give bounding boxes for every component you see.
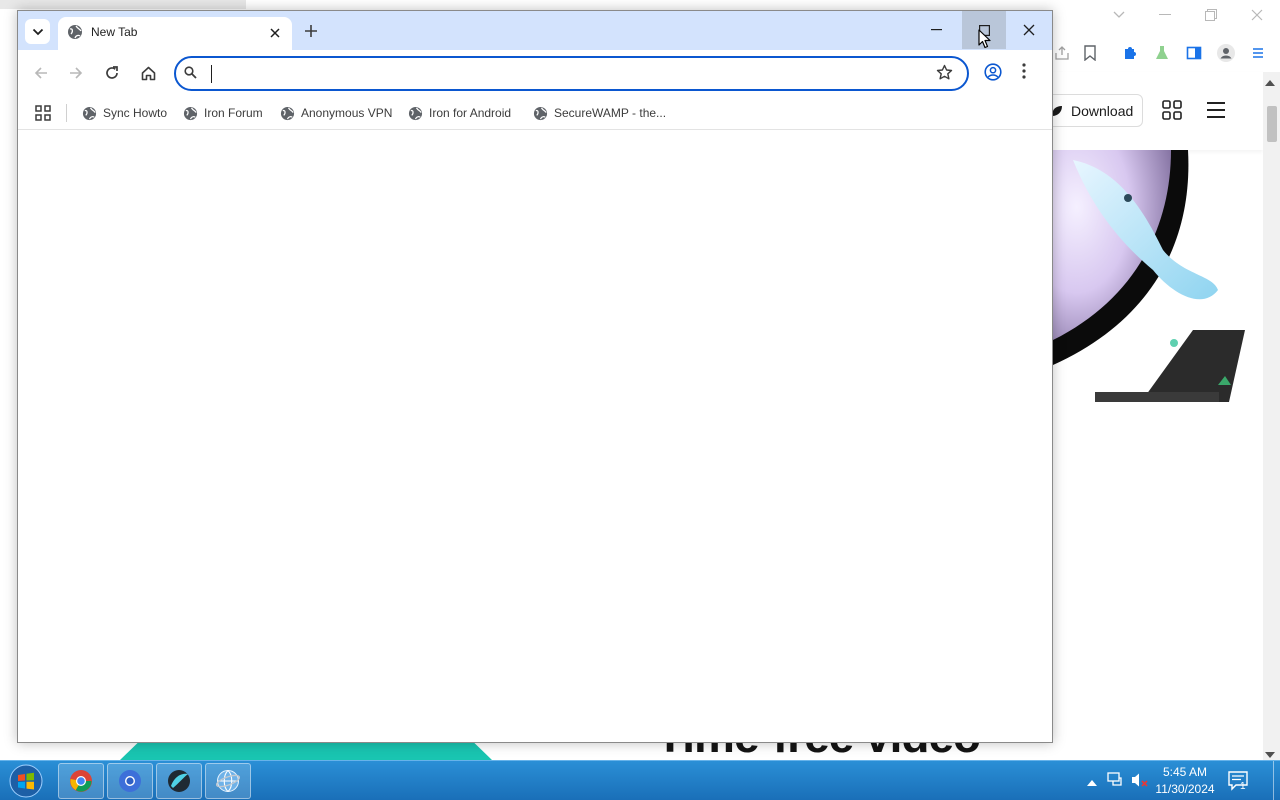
minimize-button[interactable] [914,11,958,49]
extensions-puzzle-icon[interactable] [1121,44,1139,62]
browser-menu-button[interactable] [1022,63,1026,82]
scroll-up-arrow-icon[interactable] [1265,75,1275,89]
chromium-icon [119,770,141,792]
globe-icon [183,106,198,120]
teal-banner-shape [120,742,492,760]
new-tab-button[interactable] [301,21,321,41]
scroll-down-arrow-icon[interactable] [1265,747,1275,761]
bookmark-label: Anonymous VPN [301,106,393,120]
chevron-down-icon[interactable] [1106,4,1132,26]
clock-time[interactable]: 5:45 AM [1145,765,1225,779]
address-bar[interactable] [174,56,969,91]
customize-menu-icon[interactable] [1249,44,1267,62]
hero-illustration [1053,150,1263,430]
scrollbar-thumb[interactable] [1267,106,1277,142]
browser-globe-icon [216,770,240,792]
share-icon[interactable] [1053,44,1071,62]
chevron-down-icon [32,28,43,35]
bookmark-label: Iron for Android [429,106,512,120]
taskbar-chromium[interactable] [107,763,153,799]
show-desktop-button[interactable] [1273,761,1274,800]
globe-icon [408,106,423,120]
background-restore-button[interactable] [1198,4,1224,26]
bookmark-anonymous-vpn[interactable]: Anonymous VPN [280,103,392,123]
bookmarks-divider [66,104,67,122]
background-toolbar [1053,36,1280,70]
lab-flask-icon[interactable] [1153,44,1171,62]
clock-date[interactable]: 11/30/2024 [1145,782,1225,796]
tab-title: New Tab [91,25,138,39]
background-minimize-button[interactable] [1152,4,1178,26]
globe-icon [280,106,295,120]
bookmark-label: SecureWAMP - the... [554,106,667,120]
plus-icon [305,25,317,37]
taskbar-iron-browser[interactable] [156,763,202,799]
mouse-cursor-icon [978,29,991,52]
download-label: Download [1071,102,1134,119]
tab-new-tab[interactable]: New Tab [58,17,292,50]
profile-avatar-icon[interactable] [1217,44,1235,62]
address-input[interactable] [211,64,911,84]
close-icon [1023,24,1035,36]
tab-strip: New Tab [18,11,1052,50]
bookmark-securewamp[interactable]: SecureWAMP - the... [533,103,666,123]
windows-start-icon [9,764,43,798]
profile-button[interactable] [984,63,1002,84]
home-button[interactable] [137,62,159,84]
bookmark-icon[interactable] [1081,44,1099,62]
bookmark-iron-forum[interactable]: Iron Forum [183,103,263,123]
chrome-icon [70,770,92,792]
taskbar-browser[interactable] [205,763,251,799]
taskbar: 5:45 AM 11/30/2024 1 [0,760,1280,800]
globe-icon [533,106,548,120]
apps-button[interactable] [35,105,51,124]
forward-button[interactable] [65,62,87,84]
notification-count-badge: 1 [1240,781,1246,792]
tab-close-icon[interactable] [266,24,284,42]
taskbar-chrome[interactable] [58,763,104,799]
bookmark-label: Iron Forum [204,106,263,120]
close-button[interactable] [1007,11,1051,49]
back-button[interactable] [30,62,52,84]
side-panel-icon[interactable] [1185,44,1203,62]
background-close-button[interactable] [1244,4,1270,26]
background-tab-strip [0,0,246,9]
globe-icon [67,24,83,43]
back-arrow-icon [34,67,47,79]
bookmark-star-icon[interactable] [936,64,953,84]
search-icon [184,66,197,82]
account-circle-icon [984,63,1002,81]
foreground-browser-window: New Tab Sync Howto Iron Forum Anonymous … [17,10,1053,743]
reload-button[interactable] [101,62,123,84]
apps-grid-icon[interactable] [1162,100,1182,123]
more-vertical-icon [1022,63,1026,79]
navigation-toolbar [18,50,1052,96]
globe-icon [82,106,97,120]
bookmark-sync-howto[interactable]: Sync Howto [82,103,167,123]
bookmark-label: Sync Howto [103,106,168,120]
reload-icon [106,66,118,79]
text-caret [211,65,212,83]
bookmark-iron-for-android[interactable]: Iron for Android [408,103,511,123]
home-icon [141,66,155,80]
minimize-icon [930,29,942,31]
page-content[interactable] [18,131,1052,742]
hamburger-menu-icon[interactable] [1206,101,1226,122]
network-icon[interactable] [1107,772,1125,791]
start-button[interactable] [4,762,48,800]
forward-arrow-icon [70,67,83,79]
bookmarks-bar: Sync Howto Iron Forum Anonymous VPN Iron… [18,96,1052,130]
show-hidden-icons-arrow-icon[interactable] [1087,775,1097,789]
tab-search-button[interactable] [25,19,50,44]
background-scrollbar[interactable] [1263,72,1280,760]
download-button[interactable]: Download [1040,94,1143,127]
srware-iron-icon [168,770,190,792]
apps-grid-icon [35,105,51,121]
